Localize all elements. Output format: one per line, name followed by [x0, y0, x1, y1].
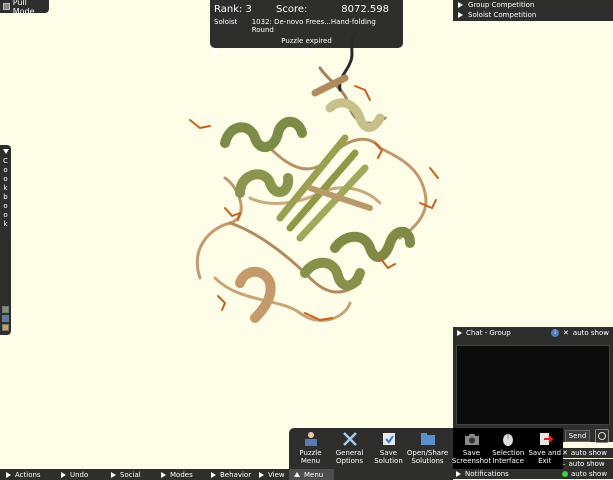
group-competition-toggle[interactable]: Group Competition — [458, 0, 608, 10]
sidechain — [379, 257, 396, 269]
auto-show-toggle[interactable]: auto show — [571, 449, 607, 457]
info-icon[interactable]: i — [551, 328, 560, 337]
tab-undo[interactable]: Undo — [55, 471, 105, 479]
collapse-arrow-icon — [294, 472, 300, 477]
exit-icon — [539, 433, 554, 445]
tab-actions[interactable]: Actions — [0, 471, 55, 479]
selection-interface-button[interactable]: Selection Interface — [490, 428, 527, 469]
helix-segment — [330, 226, 415, 262]
helix-segment — [235, 169, 294, 198]
sidechain — [217, 295, 226, 311]
pull-mode-label: Pull Mode — [12, 0, 35, 16]
puzzle-menu-icon — [304, 432, 317, 446]
folder-icon — [420, 433, 435, 445]
save-solution-button[interactable]: Save Solution — [369, 428, 408, 469]
soloist-competition-toggle[interactable]: Soloist Competition — [458, 10, 608, 20]
tab-behavior[interactable]: Behavior — [205, 471, 253, 479]
expand-arrow-icon — [111, 471, 116, 478]
save-and-exit-button[interactable]: Save and Exit — [527, 428, 564, 469]
recipe-icon[interactable] — [2, 306, 9, 313]
sidechain — [224, 207, 241, 221]
save-screenshot-button[interactable]: Save Screenshot — [452, 428, 491, 469]
notes-icon[interactable] — [2, 324, 9, 331]
expand-arrow-icon — [458, 2, 463, 8]
group-competition-label: Group Competition — [468, 1, 535, 9]
sidechain — [189, 119, 211, 129]
backbone-loop — [378, 146, 428, 240]
save-icon — [382, 433, 395, 445]
sidechain — [374, 142, 383, 159]
sidechain — [419, 199, 437, 209]
expand-arrow-icon — [458, 12, 463, 18]
close-icon[interactable]: ✕ — [563, 329, 569, 337]
helix-segment — [220, 116, 307, 152]
backbone-loop — [318, 66, 387, 125]
tab-social[interactable]: Social — [105, 471, 155, 479]
protein-viewport[interactable] — [170, 28, 450, 338]
cookbook-panel[interactable]: C o o k b o o k — [0, 145, 11, 335]
tools-icon — [342, 432, 357, 446]
auto-show-toggle[interactable]: auto show — [571, 470, 607, 478]
open-share-solutions-button[interactable]: Open/Share Solutions — [407, 428, 448, 469]
puzzle-menu-button[interactable]: Puzzle Menu — [291, 428, 330, 469]
backbone-loop — [195, 176, 243, 280]
status-dot-icon — [562, 471, 568, 477]
mouse-icon — [503, 434, 514, 446]
score-value: 8072.598 — [341, 4, 389, 15]
main-menu-panel-extra: Save Screenshot Selection Interface Save… — [452, 428, 564, 469]
expand-arrow-icon — [61, 471, 66, 478]
expand-arrow-icon — [456, 471, 461, 477]
tab-view[interactable]: View — [253, 471, 293, 479]
chat-title: Chat - Group — [466, 328, 511, 337]
sidechain — [354, 85, 371, 101]
chat-panel: Chat - Group i ✕ auto show Send — [453, 327, 613, 443]
notifications-row: Notifications auto show — [453, 469, 613, 479]
notifications-toggle[interactable]: Notifications — [456, 470, 562, 478]
rank-text: Rank: 3 — [214, 4, 252, 15]
main-menu-panel: Puzzle Menu General Options Save Solutio… — [289, 428, 453, 469]
expand-arrow-icon — [211, 471, 216, 478]
tab-modes[interactable]: Modes — [155, 471, 205, 479]
expand-arrow-icon — [6, 471, 11, 478]
expand-arrow-icon — [161, 471, 166, 478]
cookbook-label: C o o k b o o k — [3, 157, 8, 228]
helix-segment — [325, 98, 385, 132]
auto-show-toggle[interactable]: auto show — [569, 460, 605, 468]
chat-log[interactable] — [456, 345, 610, 425]
general-options-button[interactable]: General Options — [330, 428, 369, 469]
chat-auto-show[interactable]: auto show — [573, 329, 609, 337]
collapse-arrow-icon — [2, 149, 9, 154]
expand-arrow-icon — [259, 471, 264, 478]
menu-tab[interactable]: Menu — [289, 469, 334, 480]
notifications-label: Notifications — [465, 470, 509, 478]
pull-mode-icon — [3, 3, 10, 10]
camera-icon — [464, 434, 479, 445]
sidechain — [429, 167, 439, 179]
competition-panel: Group Competition Soloist Competition — [453, 0, 613, 21]
send-button[interactable]: Send — [565, 430, 590, 442]
script-icon[interactable] — [2, 315, 9, 322]
bottom-toolbar: Actions Undo Social Modes Behavior View — [0, 469, 453, 480]
menu-tab-label: Menu — [304, 470, 324, 479]
clock-icon[interactable] — [595, 429, 609, 443]
score-label: Score: — [276, 4, 308, 15]
expand-arrow-icon[interactable] — [457, 329, 462, 336]
soloist-competition-label: Soloist Competition — [468, 11, 537, 19]
pull-mode-toggle[interactable]: Pull Mode — [0, 0, 49, 16]
